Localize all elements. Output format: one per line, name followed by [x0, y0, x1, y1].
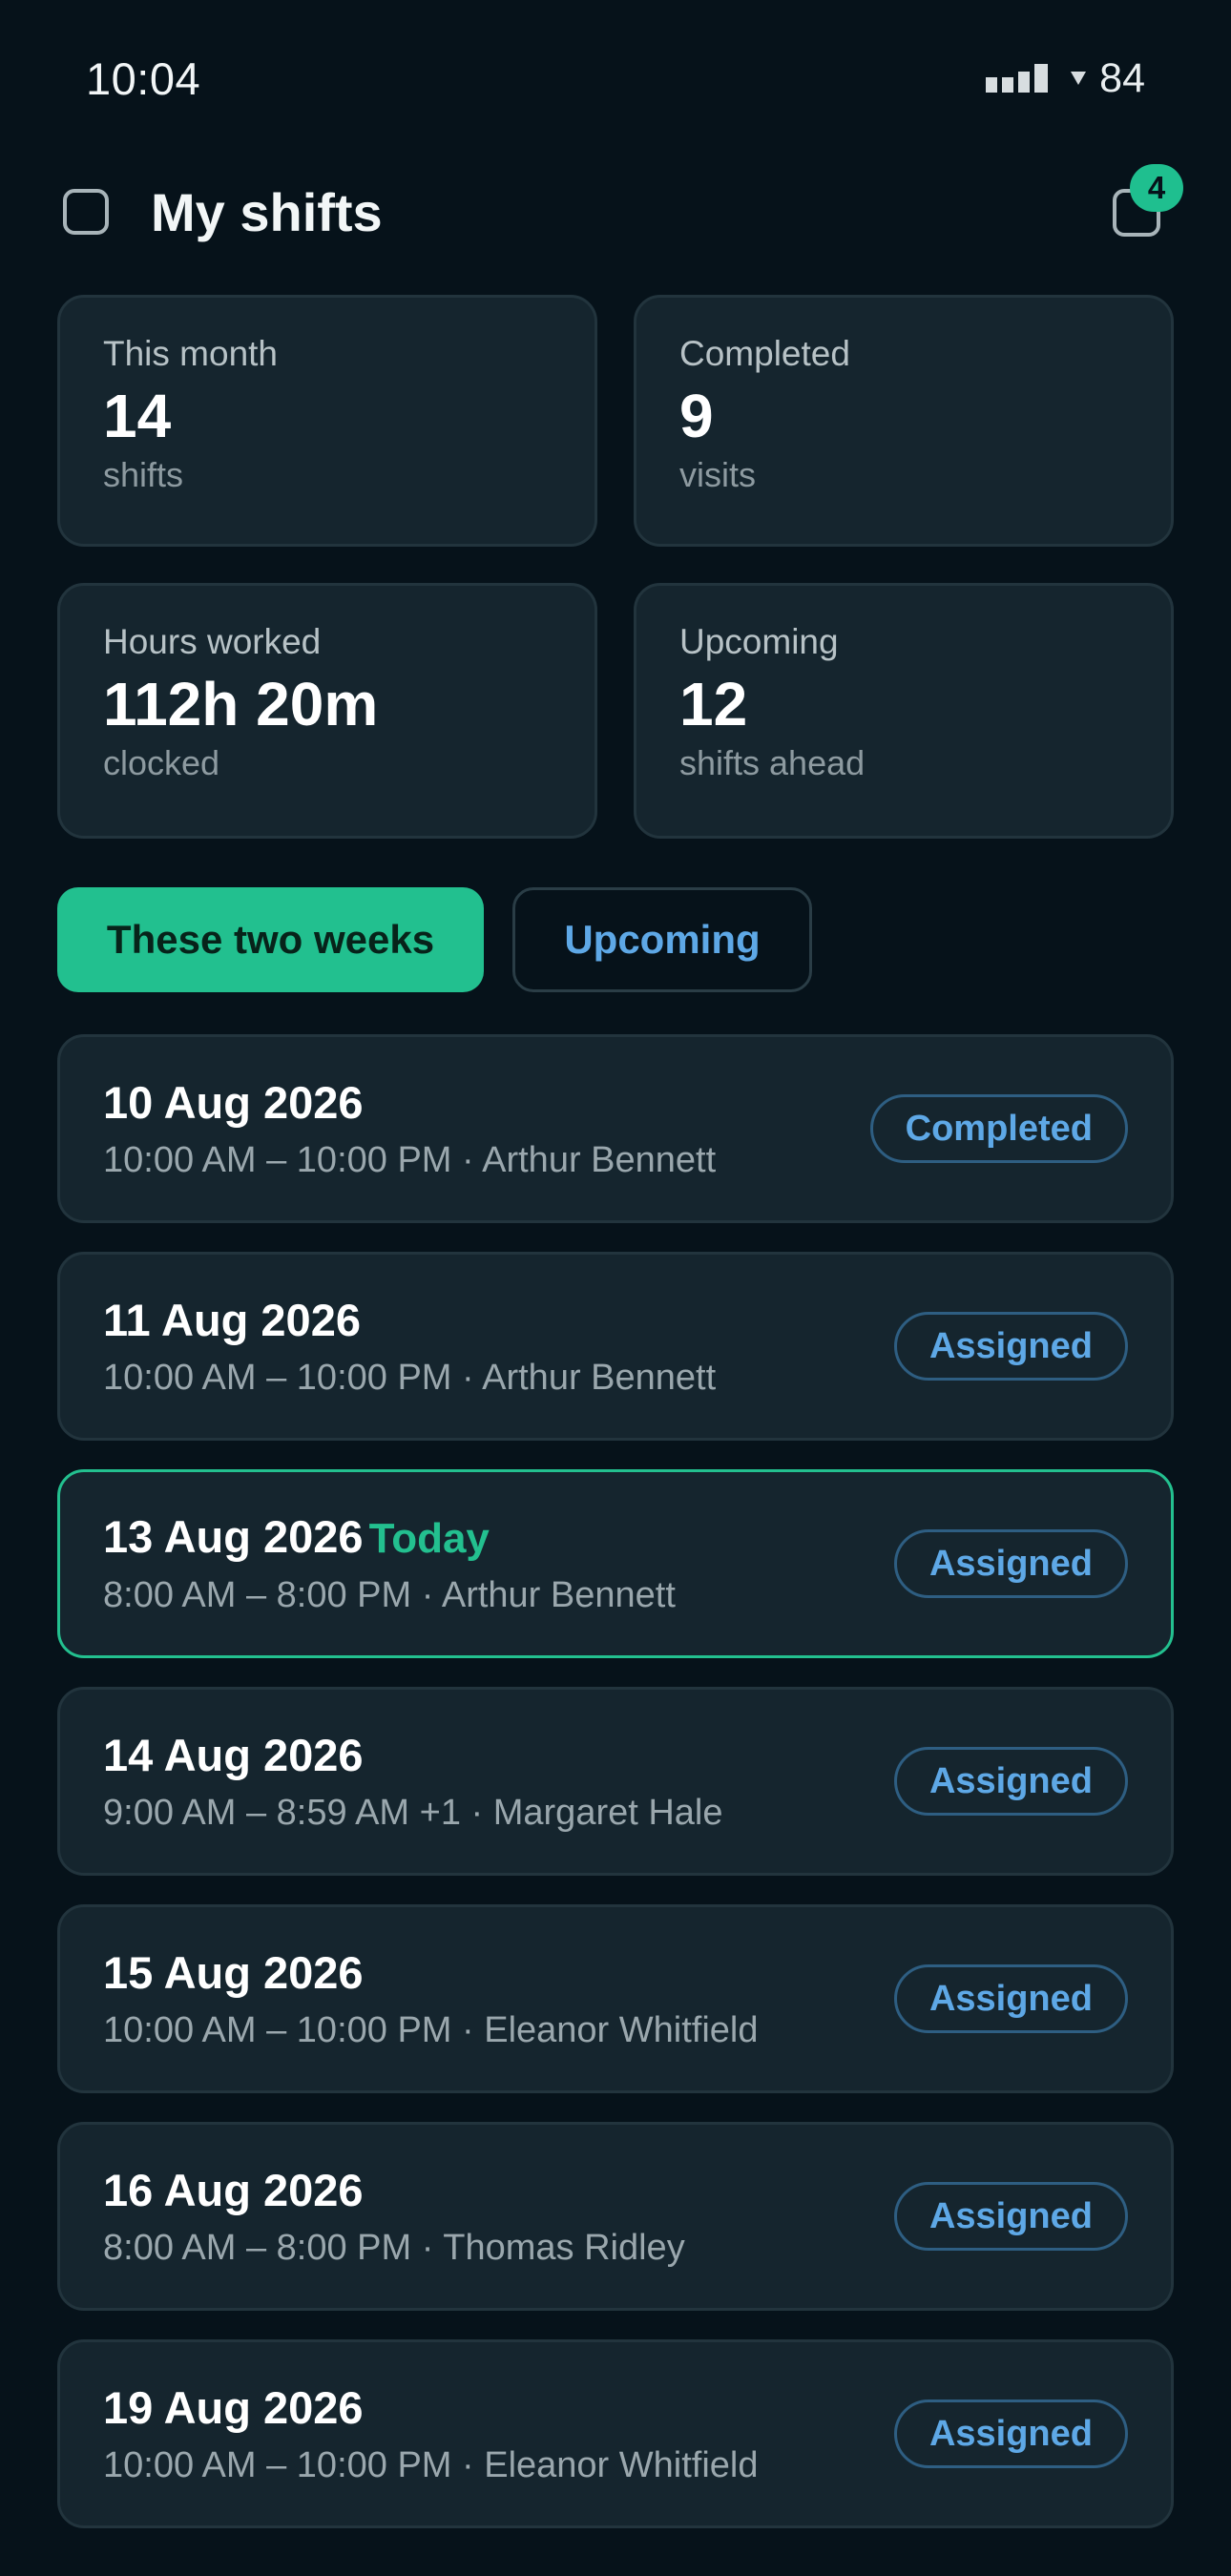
shift-card[interactable]: 10 Aug 2026 10:00 AM – 10:00 PM · Arthur…	[57, 1034, 1174, 1223]
status-badge: Completed	[869, 1094, 1128, 1163]
stat-sub: clocked	[103, 743, 220, 783]
menu-icon[interactable]	[63, 189, 109, 235]
status-time: 10:04	[86, 52, 201, 104]
status-badge: Assigned	[893, 2182, 1128, 2251]
status-badge: Assigned	[893, 1529, 1128, 1598]
tab-these-two-weeks[interactable]: These two weeks	[57, 887, 484, 992]
today-tag: Today	[368, 1515, 490, 1562]
status-badge: Assigned	[893, 1964, 1128, 2033]
stat-card-completed: Completed 9 visits	[634, 295, 1174, 547]
stat-card-hours-worked: Hours worked 112h 20m clocked	[57, 583, 597, 839]
shift-card[interactable]: 14 Aug 2026 9:00 AM – 8:59 AM +1 · Marga…	[57, 1687, 1174, 1876]
stat-card-upcoming: Upcoming 12 shifts ahead	[634, 583, 1174, 839]
stat-sub: visits	[679, 455, 756, 495]
status-badge: Assigned	[893, 2399, 1128, 2468]
shift-detail: 10:00 AM – 10:00 PM · Eleanor Whitfield	[103, 2009, 759, 2050]
stat-value: 112h 20m	[103, 670, 379, 738]
shift-detail: 10:00 AM – 10:00 PM · Arthur Bennett	[103, 1139, 717, 1180]
stat-label: This month	[103, 334, 279, 373]
page-title: My shifts	[151, 181, 383, 242]
signal-icon	[986, 64, 1049, 93]
stat-card-this-month: This month 14 shifts	[57, 295, 597, 547]
shift-date: 15 Aug 2026	[103, 1946, 364, 1998]
stat-value: 14	[103, 382, 172, 450]
shift-date: 14 Aug 2026	[103, 1729, 364, 1780]
shift-date-row: 13 Aug 2026 Today	[103, 1514, 894, 1560]
shift-card[interactable]: 16 Aug 2026 8:00 AM – 8:00 PM · Thomas R…	[57, 2122, 1174, 2311]
stat-sub: shifts ahead	[679, 743, 866, 783]
shift-date: 19 Aug 2026	[103, 2381, 364, 2433]
shift-detail: 10:00 AM – 10:00 PM · Eleanor Whitfield	[103, 2444, 759, 2485]
shift-date: 13 Aug 2026	[103, 1511, 364, 1562]
shift-detail: 10:00 AM – 10:00 PM · Arthur Bennett	[103, 1357, 717, 1398]
battery-level: 84	[1099, 54, 1145, 101]
shift-card[interactable]: 19 Aug 2026 10:00 AM – 10:00 PM · Eleano…	[57, 2339, 1174, 2528]
status-bar: 10:04 84	[86, 48, 1145, 109]
stat-sub: shifts	[103, 455, 184, 495]
period-tabs: These two weeks Upcoming	[57, 887, 812, 992]
shift-date: 11 Aug 2026	[103, 1294, 361, 1345]
notifications-button[interactable]: 4	[1111, 164, 1183, 239]
status-indicators: 84	[986, 55, 1145, 102]
stats-grid: This month 14 shifts Completed 9 visits …	[57, 295, 1174, 839]
notification-badge: 4	[1130, 164, 1183, 212]
shift-card[interactable]: 11 Aug 2026 10:00 AM – 10:00 PM · Arthur…	[57, 1252, 1174, 1441]
wifi-icon	[1071, 72, 1087, 85]
shift-date: 10 Aug 2026	[103, 1076, 364, 1128]
shift-list: 10 Aug 2026 10:00 AM – 10:00 PM · Arthur…	[57, 1034, 1174, 2557]
shift-detail: 8:00 AM – 8:00 PM · Thomas Ridley	[103, 2227, 685, 2268]
status-badge: Assigned	[893, 1312, 1128, 1381]
app-header: My shifts 4	[59, 164, 1183, 244]
stat-label: Completed	[679, 334, 850, 373]
stat-label: Hours worked	[103, 622, 322, 661]
shift-detail: 9:00 AM – 8:59 AM +1 · Margaret Hale	[103, 1792, 723, 1833]
tab-upcoming[interactable]: Upcoming	[512, 887, 812, 992]
stat-label: Upcoming	[679, 622, 839, 661]
status-badge: Assigned	[893, 1747, 1128, 1816]
stat-value: 12	[679, 670, 748, 738]
shift-card[interactable]: 15 Aug 2026 10:00 AM – 10:00 PM · Eleano…	[57, 1904, 1174, 2093]
shift-date: 16 Aug 2026	[103, 2164, 364, 2215]
stat-value: 9	[679, 382, 714, 450]
shift-card-today[interactable]: 13 Aug 2026 Today 8:00 AM – 8:00 PM · Art…	[57, 1469, 1174, 1658]
shift-detail: 8:00 AM – 8:00 PM · Arthur Bennett	[103, 1575, 676, 1615]
